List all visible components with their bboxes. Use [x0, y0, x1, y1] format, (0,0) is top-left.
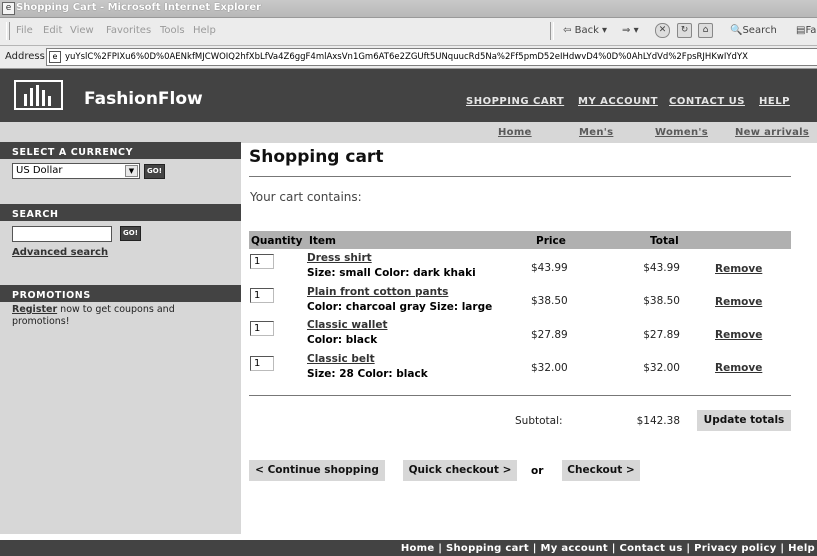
- menu-edit[interactable]: Edit: [43, 25, 62, 36]
- quantity-input[interactable]: 1: [250, 321, 274, 336]
- item-description: Size: 28 Color: black: [307, 368, 428, 380]
- item-description: Color: charcoal gray Size: large: [307, 301, 493, 313]
- nav-womens[interactable]: Women's: [655, 127, 708, 138]
- column-total: Total: [650, 235, 679, 247]
- forward-arrow-icon: ⇒: [622, 25, 631, 36]
- item-total: $32.00: [643, 362, 680, 374]
- address-label: Address: [5, 51, 45, 62]
- item-name-link[interactable]: Classic wallet: [307, 319, 388, 331]
- search-button[interactable]: 🔍Search: [730, 25, 777, 36]
- currency-heading: SELECT A CURRENCY: [0, 142, 241, 159]
- chevron-down-icon: ▼: [125, 165, 138, 177]
- subtotal-label: Subtotal:: [515, 415, 563, 427]
- footer-link-home[interactable]: Home: [401, 543, 435, 554]
- brand-name: FashionFlow: [84, 89, 203, 109]
- advanced-search-link[interactable]: Advanced search: [12, 247, 108, 258]
- item-total: $38.50: [643, 295, 680, 307]
- page-icon: e: [49, 51, 61, 63]
- item-total: $43.99: [643, 262, 680, 274]
- promotions-heading: PROMOTIONS: [0, 285, 241, 302]
- search-icon: 🔍: [730, 25, 743, 36]
- menu-file[interactable]: File: [16, 25, 33, 36]
- column-quantity: Quantity: [251, 235, 303, 247]
- currency-go-button[interactable]: GO!: [144, 164, 165, 179]
- site-footer: Home | Shopping cart | My account | Cont…: [0, 540, 817, 556]
- refresh-icon[interactable]: ↻: [677, 23, 692, 38]
- quick-checkout-button[interactable]: Quick checkout >: [403, 460, 517, 481]
- divider: [249, 176, 791, 177]
- address-bar: Address e yuYslC%2FPIXu6%0D%0AENkfMJCWOIQ…: [0, 46, 817, 69]
- menu-view[interactable]: View: [70, 25, 94, 36]
- continue-shopping-button[interactable]: < Continue shopping: [249, 460, 385, 481]
- currency-select[interactable]: US Dollar ▼: [12, 163, 140, 179]
- address-input[interactable]: e yuYslC%2FPIXu6%0D%0AENkfMJCWOIQ2hfXbLfV…: [46, 48, 817, 66]
- search-go-button[interactable]: GO!: [120, 226, 141, 241]
- page-title: Shopping cart: [249, 147, 384, 167]
- item-name-link[interactable]: Dress shirt: [307, 252, 372, 264]
- remove-link[interactable]: Remove: [715, 329, 762, 341]
- window-title-bar: e Shopping Cart - Microsoft Internet Exp…: [0, 0, 817, 18]
- footer-link-privacy-policy[interactable]: Privacy policy: [694, 543, 776, 554]
- site-header: FashionFlow SHOPPING CART MY ACCOUNT CON…: [0, 69, 817, 122]
- footer-link-help[interactable]: Help: [788, 543, 815, 554]
- menu-help[interactable]: Help: [193, 25, 216, 36]
- remove-link[interactable]: Remove: [715, 263, 762, 275]
- item-price: $43.99: [531, 262, 568, 274]
- column-item: Item: [309, 235, 336, 247]
- footer-link-contact-us[interactable]: Contact us: [619, 543, 682, 554]
- ie-logo-icon: e: [2, 2, 15, 15]
- back-button[interactable]: ⇦ Back ▾: [563, 25, 607, 36]
- nav-home[interactable]: Home: [498, 127, 532, 138]
- nav-mens[interactable]: Men's: [579, 127, 613, 138]
- register-link[interactable]: Register: [12, 304, 57, 315]
- browser-menu-bar: File Edit View Favorites Tools Help ⇦ Ba…: [0, 18, 817, 46]
- column-price: Price: [536, 235, 566, 247]
- forward-button[interactable]: ⇒ ▾: [622, 25, 639, 36]
- item-name-link[interactable]: Classic belt: [307, 353, 375, 365]
- menu-favorites[interactable]: Favorites: [106, 25, 151, 36]
- divider: [249, 395, 791, 396]
- or-label: or: [531, 465, 544, 477]
- item-price: $27.89: [531, 329, 568, 341]
- item-name-link[interactable]: Plain front cotton pants: [307, 286, 448, 298]
- favorites-button[interactable]: ▤Fa: [796, 25, 816, 36]
- sidebar: SELECT A CURRENCY US Dollar ▼ GO! SEARCH…: [0, 122, 241, 534]
- update-totals-button[interactable]: Update totals: [697, 410, 791, 431]
- remove-link[interactable]: Remove: [715, 296, 762, 308]
- header-link-my-account[interactable]: MY ACCOUNT: [578, 96, 658, 107]
- header-link-shopping-cart[interactable]: SHOPPING CART: [466, 96, 564, 107]
- address-url: yuYslC%2FPIXu6%0D%0AENkfMJCWOIQ2hfXbLfVa…: [65, 52, 748, 62]
- item-total: $27.89: [643, 329, 680, 341]
- item-description: Size: small Color: dark khaki: [307, 267, 476, 279]
- item-price: $38.50: [531, 295, 568, 307]
- window-title: Shopping Cart - Microsoft Internet Explo…: [16, 2, 262, 13]
- item-description: Color: black: [307, 334, 378, 346]
- item-price: $32.00: [531, 362, 568, 374]
- nav-new-arrivals[interactable]: New arrivals: [735, 127, 809, 138]
- category-nav: Home Men's Women's New arrivals: [241, 122, 817, 143]
- quantity-input[interactable]: 1: [250, 356, 274, 371]
- quantity-input[interactable]: 1: [250, 254, 274, 269]
- footer-link-shopping-cart[interactable]: Shopping cart: [446, 543, 529, 554]
- cart-table-header: Quantity Item Price Total: [249, 231, 791, 249]
- home-icon[interactable]: ⌂: [698, 23, 713, 38]
- footer-links: Home | Shopping cart | My account | Cont…: [400, 543, 815, 554]
- subtotal-value: $142.38: [636, 415, 680, 427]
- search-input[interactable]: [12, 226, 112, 242]
- header-link-help[interactable]: HELP: [759, 96, 790, 107]
- cart-intro: Your cart contains:: [250, 190, 362, 204]
- stop-icon[interactable]: ✕: [655, 23, 670, 38]
- search-heading: SEARCH: [0, 204, 241, 221]
- back-arrow-icon: ⇦: [563, 25, 572, 36]
- footer-link-my-account[interactable]: My account: [541, 543, 608, 554]
- header-link-contact-us[interactable]: CONTACT US: [669, 96, 745, 107]
- logo-icon[interactable]: [14, 80, 63, 110]
- menu-tools[interactable]: Tools: [160, 25, 185, 36]
- promotions-text: Register now to get coupons and promotio…: [12, 304, 175, 327]
- quantity-input[interactable]: 1: [250, 288, 274, 303]
- checkout-button[interactable]: Checkout >: [562, 460, 640, 481]
- remove-link[interactable]: Remove: [715, 362, 762, 374]
